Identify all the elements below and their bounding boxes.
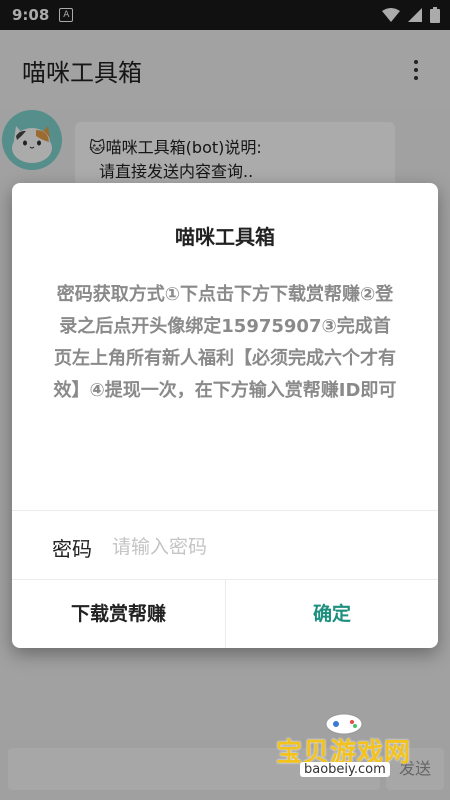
dialog-message: 密码获取方式①下点击下方下载赏帮赚②登录之后点开头像绑定15975907③完成首… [53,284,397,401]
dialog-title: 喵咪工具箱 [175,225,275,249]
password-dialog: 喵咪工具箱 密码获取方式①下点击下方下载赏帮赚②登录之后点开头像绑定159759… [12,183,438,648]
password-input[interactable] [112,527,412,567]
confirm-button[interactable]: 确定 [226,580,438,648]
download-button[interactable]: 下载赏帮赚 [12,580,225,648]
password-label: 密码 [52,537,92,561]
watermark: 宝贝游戏网 baobeiy.com [272,710,422,790]
watermark-url: baobeiy.com [300,762,390,777]
divider [12,510,438,511]
